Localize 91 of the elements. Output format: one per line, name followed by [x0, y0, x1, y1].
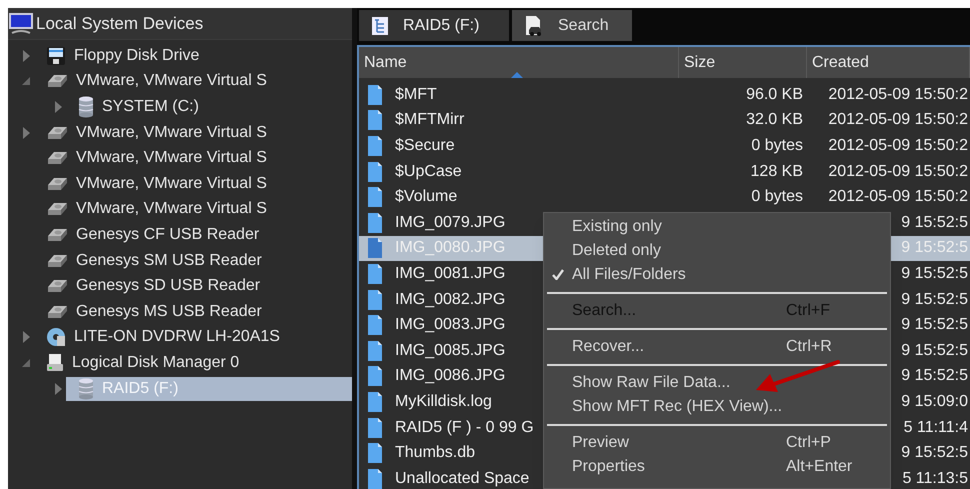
tab[interactable]: RAID5 (F:): [359, 10, 509, 41]
tree-item[interactable]: Genesys SM USB Reader: [34, 248, 352, 273]
table-cell: 0 bytes: [751, 136, 803, 154]
table-cell: 128 KB: [750, 162, 803, 180]
tree-item[interactable]: Logical Disk Manager 0: [34, 350, 352, 375]
hard-drive-icon: [46, 226, 68, 243]
collapsed-triangle-icon[interactable]: [54, 100, 62, 113]
file-icon: [367, 262, 383, 285]
drive-icon: [46, 352, 64, 373]
monitor-icon: [8, 12, 34, 36]
file-icon: [367, 212, 383, 234]
hard-drive-icon: [46, 124, 68, 141]
table-cell-text: 2012-05-09 15:50:2: [828, 162, 968, 182]
table-cell-text: 9 15:52:5: [901, 238, 968, 258]
tree-item[interactable]: Genesys CF USB Reader: [34, 222, 352, 247]
file-icon: [367, 109, 383, 132]
document-car-icon: [524, 14, 544, 36]
menu-item[interactable]: Show MFT Rec (HEX View)...: [544, 395, 890, 419]
column-header[interactable]: Size: [679, 47, 807, 78]
file-icon: [367, 288, 383, 311]
table-cell-text: 9 15:52:5: [901, 443, 968, 464]
table-cell-text: 9 15:52:5: [901, 290, 968, 310]
hard-drive-icon: [46, 278, 68, 294]
tab[interactable]: Search: [512, 10, 632, 41]
table-cell: 96.0 KB: [746, 86, 803, 103]
table-cell-text: 9 15:52:5: [901, 315, 968, 336]
tree-item[interactable]: VMware, VMware Virtual S: [34, 172, 352, 196]
database-icon: [78, 96, 94, 118]
tree-item[interactable]: VMware, VMware Virtual S: [34, 197, 352, 222]
menu-item[interactable]: All Files/Folders: [544, 263, 890, 287]
tree-item[interactable]: VMware, VMware Virtual S: [34, 146, 352, 170]
collapsed-triangle-icon[interactable]: [22, 331, 30, 344]
file-icon: [367, 468, 383, 489]
file-row[interactable]: $MFT: [359, 82, 679, 108]
file-icon: [367, 237, 383, 260]
expanded-triangle-icon[interactable]: [22, 77, 30, 86]
column-header[interactable]: Name: [359, 47, 679, 78]
collapsed-triangle-icon[interactable]: [54, 382, 62, 395]
hard-drive-icon: [46, 176, 68, 192]
collapsed-triangle-icon[interactable]: [22, 50, 30, 62]
collapsed-triangle-icon[interactable]: [22, 126, 30, 139]
tree-item[interactable]: Genesys MS USB Reader: [34, 300, 352, 324]
tree-item[interactable]: LITE-ON DVDRW LH-20A1S: [34, 325, 352, 350]
table-cell-text: 5 11:11:4: [904, 418, 968, 438]
file-icon: [367, 160, 383, 183]
tree-item[interactable]: VMware, VMware Virtual S: [34, 120, 352, 145]
table-cell-text: 9 15:52:5: [901, 366, 968, 386]
menu-item[interactable]: Recover... Ctrl+R: [544, 335, 890, 359]
table-cell-text: 2012-05-09 15:50:2: [828, 187, 968, 208]
table-cell: 32.0 KB: [746, 111, 803, 128]
table-cell-text: 9 15:52:5: [901, 264, 968, 284]
tree-item[interactable]: SYSTEM (C:): [66, 94, 352, 119]
menu-item[interactable]: Properties Alt+Enter: [544, 455, 890, 479]
hard-drive-icon: [46, 304, 68, 320]
hard-drive-icon: [46, 150, 68, 166]
menu-item[interactable]: Show Raw File Data...: [544, 371, 890, 395]
file-row[interactable]: $MFTMirr: [359, 108, 679, 133]
table-cell-text: 5 11:13:5: [902, 468, 968, 489]
optical-drive-icon: [46, 327, 66, 348]
table-cell-text: 2012-05-09 15:50:2: [828, 110, 968, 130]
file-row[interactable]: $Volume: [359, 184, 679, 210]
file-icon: [367, 340, 383, 362]
file-icon: [367, 365, 383, 388]
file-icon: [367, 390, 383, 413]
file-icon: [367, 84, 383, 106]
hard-drive-icon: [46, 252, 68, 269]
table-cell-text: 2012-05-09 15:50:2: [828, 84, 968, 105]
table-cell-text: 2012-05-09 15:50:2: [828, 136, 968, 156]
panel-title: Local System Devices: [36, 12, 204, 35]
sort-ascending-icon: [511, 72, 523, 78]
tree-item[interactable]: Floppy Disk Drive: [34, 44, 352, 68]
file-icon: [367, 186, 383, 208]
database-icon: [78, 378, 94, 400]
file-row[interactable]: $Secure: [359, 133, 679, 158]
table-cell-text: 9 15:52:5: [901, 212, 968, 233]
menu-item[interactable]: Preview Ctrl+P: [544, 431, 890, 455]
table-cell-text: 9 15:09:0: [901, 392, 968, 412]
table-cell-text: 9 15:52:5: [901, 340, 968, 361]
list-tree-icon: [371, 16, 389, 36]
table-cell: 0 bytes: [751, 188, 803, 206]
file-row[interactable]: $UpCase: [359, 159, 679, 184]
file-icon: [367, 314, 383, 336]
hard-drive-icon: [46, 201, 68, 218]
tree-item[interactable]: Genesys SD USB Reader: [34, 274, 352, 298]
hard-drive-icon: [46, 73, 68, 90]
expanded-triangle-icon[interactable]: [22, 358, 30, 367]
file-icon: [367, 442, 383, 464]
file-icon: [367, 416, 383, 439]
tree-item[interactable]: VMware, VMware Virtual S: [34, 69, 352, 94]
file-icon: [367, 134, 383, 157]
column-header[interactable]: Created: [807, 47, 970, 78]
